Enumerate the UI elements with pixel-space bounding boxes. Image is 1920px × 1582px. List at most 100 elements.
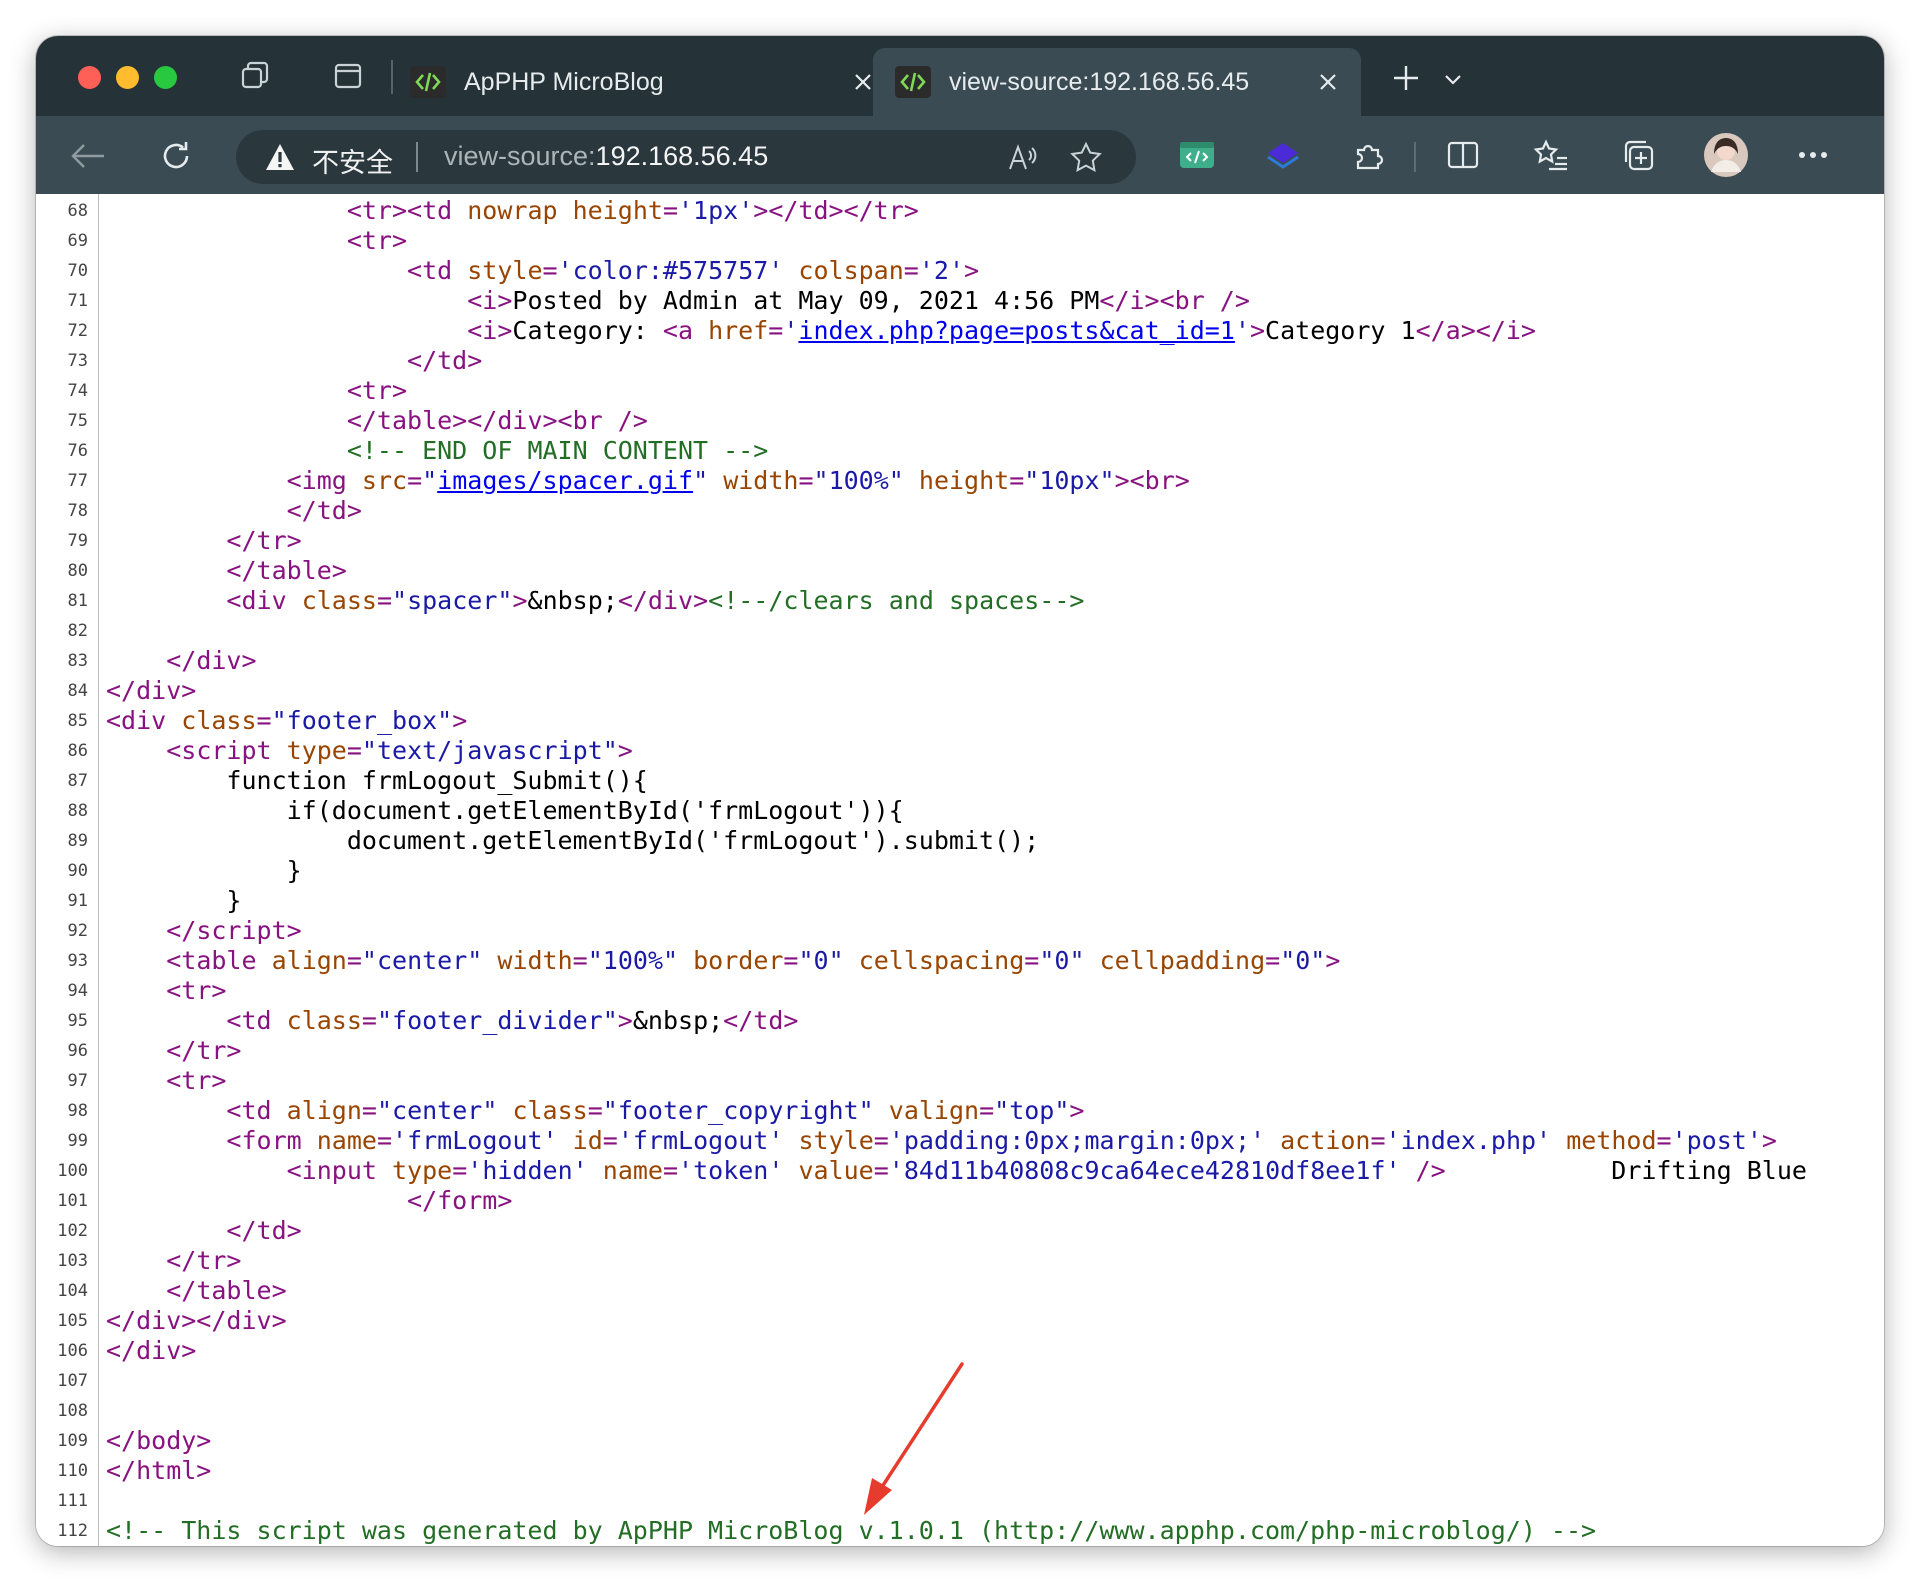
source-line: 73 </td> [36, 346, 1884, 376]
url-text[interactable]: view-source:192.168.56.45 [444, 141, 768, 172]
source-line: 92 </script> [36, 916, 1884, 946]
source-line: 74 <tr> [36, 376, 1884, 406]
favorite-star-icon[interactable] [1066, 138, 1106, 178]
line-code: <tr><td nowrap height='1px'></td></tr> [346, 196, 919, 225]
line-number: 68 [67, 201, 88, 221]
line-number: 87 [67, 771, 88, 791]
line-code: </div> [166, 646, 257, 675]
source-line: 102 </td> [36, 1216, 1884, 1246]
source-line: 100 <input type='hidden' name='token' va… [36, 1156, 1884, 1186]
line-number: 112 [57, 1521, 88, 1541]
more-menu-icon[interactable] [1790, 132, 1836, 178]
line-number: 70 [67, 261, 88, 281]
line-code: <!-- This script was generated by ApPHP … [106, 1516, 1597, 1545]
line-number: 84 [67, 681, 88, 701]
line-number: 82 [67, 621, 88, 641]
profile-avatar[interactable] [1702, 131, 1750, 179]
tab-view-source[interactable]: view-source:192.168.56.45 [873, 48, 1361, 116]
source-line: 84 </div> [36, 676, 1884, 706]
line-number: 83 [67, 651, 88, 671]
devtools-favicon-icon [410, 66, 446, 98]
line-code: <tr> [346, 226, 408, 255]
layers-extension-icon[interactable] [1260, 132, 1306, 178]
toolbar-divider [1414, 142, 1416, 172]
line-code: </table> [166, 1276, 287, 1305]
line-code: } [106, 886, 242, 915]
line-code: <tr> [166, 1066, 227, 1095]
split-screen-icon[interactable] [1440, 132, 1486, 178]
line-number: 91 [67, 891, 88, 911]
reload-icon[interactable] [154, 134, 198, 178]
address-divider [416, 142, 418, 172]
browser-window: ApPHP MicroBlog view-source:192.168.56.4… [36, 36, 1884, 1546]
line-code: <div class="spacer">&nbsp;</div><!--/cle… [226, 586, 1085, 615]
favorites-list-icon[interactable] [1528, 132, 1574, 178]
line-code: </div></div> [106, 1306, 287, 1335]
url-host: 192.168.56.45 [595, 141, 769, 171]
line-number: 96 [67, 1041, 88, 1061]
line-number: 100 [57, 1161, 88, 1181]
source-line: 95 <td class="footer_divider">&nbsp;</td… [36, 1006, 1884, 1036]
source-line: 93 <table align="center" width="100%" bo… [36, 946, 1884, 976]
line-number: 80 [67, 561, 88, 581]
workspaces-icon[interactable] [236, 56, 276, 96]
zoom-window-button[interactable] [154, 66, 177, 89]
source-link[interactable]: index.php?page=posts&cat_id=1 [798, 316, 1235, 345]
warning-icon[interactable] [264, 142, 296, 177]
line-code: </tr> [226, 526, 302, 555]
line-code: function frmLogout_Submit(){ [106, 766, 648, 795]
source-line: 69 <tr> [36, 226, 1884, 256]
collections-icon[interactable] [1616, 132, 1662, 178]
line-code: <table align="center" width="100%" borde… [166, 946, 1341, 975]
line-code: </table></div><br /> [346, 406, 648, 435]
tab-divider [391, 60, 393, 94]
line-number: 89 [67, 831, 88, 851]
tab-bar: ApPHP MicroBlog view-source:192.168.56.4… [36, 36, 1884, 116]
line-code: <i>Category: <a href='index.php?page=pos… [467, 316, 1536, 345]
line-code: </td> [286, 496, 362, 525]
source-line: 72 <i>Category: <a href='index.php?page=… [36, 316, 1884, 346]
line-number: 111 [57, 1491, 88, 1511]
line-number: 101 [57, 1191, 88, 1211]
line-number: 79 [67, 531, 88, 551]
url-scheme: view-source: [444, 141, 596, 171]
dev-extension-icon[interactable] [1174, 132, 1220, 178]
tab-apphp-microblog[interactable]: ApPHP MicroBlog [406, 48, 896, 116]
source-line: 83 </div> [36, 646, 1884, 676]
line-number: 74 [67, 381, 88, 401]
line-code: <td style='color:#575757' colspan='2'> [407, 256, 980, 285]
line-code: </table> [226, 556, 347, 585]
vertical-tabs-icon[interactable] [328, 56, 368, 96]
extensions-puzzle-icon[interactable] [1346, 132, 1392, 178]
close-window-button[interactable] [78, 66, 101, 89]
source-line: 89 document.getElementById('frmLogout').… [36, 826, 1884, 856]
new-tab-icon[interactable] [1386, 58, 1426, 98]
line-code: <script type="text/javascript"> [166, 736, 633, 765]
minimize-window-button[interactable] [116, 66, 139, 89]
source-line: 97 <tr> [36, 1066, 1884, 1096]
line-code: </html> [106, 1456, 212, 1485]
source-line: 77 <img src="images/spacer.gif" width="1… [36, 466, 1884, 496]
security-status-label[interactable]: 不安全 [312, 141, 393, 180]
line-code: document.getElementById('frmLogout').sub… [106, 826, 1040, 855]
line-code: <td class="footer_divider">&nbsp;</td> [226, 1006, 799, 1035]
chevron-down-icon[interactable] [1436, 62, 1470, 96]
address-bar[interactable]: 不安全 view-source:192.168.56.45 [236, 130, 1136, 184]
close-tab-icon[interactable] [1313, 67, 1343, 97]
line-number: 103 [57, 1251, 88, 1271]
read-aloud-icon[interactable] [1004, 139, 1044, 177]
source-line: 82 [36, 616, 1884, 646]
line-code: <form name='frmLogout' id='frmLogout' st… [226, 1126, 1777, 1155]
source-line: 87 function frmLogout_Submit(){ [36, 766, 1884, 796]
back-arrow-icon[interactable] [66, 134, 110, 178]
source-line: 98 <td align="center" class="footer_copy… [36, 1096, 1884, 1126]
line-code: <td align="center" class="footer_copyrig… [226, 1096, 1085, 1125]
source-line: 70 <td style='color:#575757' colspan='2'… [36, 256, 1884, 286]
annotation-arrow [864, 1362, 964, 1515]
source-link[interactable]: images/spacer.gif [437, 466, 693, 495]
line-number: 107 [57, 1371, 88, 1391]
line-code: </body> [106, 1426, 212, 1455]
source-view[interactable]: 68 <tr><td nowrap height='1px'></td></tr… [36, 194, 1884, 1546]
line-code: </div> [106, 1336, 197, 1365]
line-number: 86 [67, 741, 88, 761]
